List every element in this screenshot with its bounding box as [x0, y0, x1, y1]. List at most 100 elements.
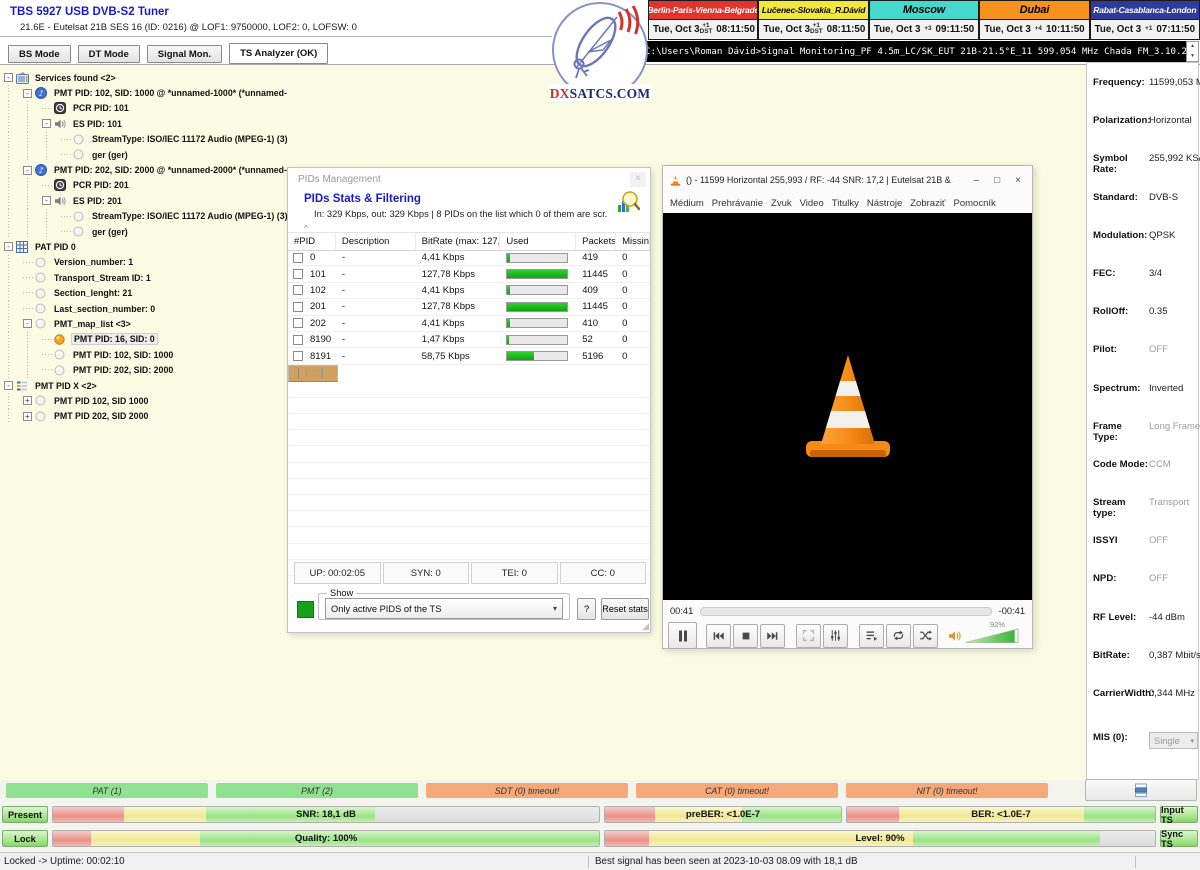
tree-expander-icon[interactable]: - — [4, 73, 13, 82]
checkbox[interactable] — [293, 269, 303, 279]
tree-item[interactable]: +PMT PID 202, SID 2000 — [4, 409, 287, 424]
show-filter-select[interactable]: Only active PIDS of the TS▾ — [325, 598, 563, 619]
maximize-icon[interactable]: □ — [994, 175, 1000, 186]
menu-m-dium[interactable]: Médium — [670, 198, 704, 209]
dxsatcs-logo: DXSATCS.COM — [543, 0, 657, 103]
tree-item[interactable]: Section_lenght: 21 — [4, 285, 287, 300]
pid-row[interactable]: 202-4,41 Kbps4100 — [288, 316, 650, 332]
checkbox[interactable] — [293, 302, 303, 312]
tree-expander-icon[interactable]: - — [23, 319, 32, 328]
tree-item[interactable]: PMT PID: 16, SID: 0 — [4, 332, 287, 347]
tree-item[interactable]: Transport_Stream ID: 1 — [4, 270, 287, 285]
tree-expander-icon[interactable]: + — [23, 412, 32, 421]
tree-item[interactable]: -PAT PID 0 — [4, 239, 287, 254]
tree-item[interactable]: -PMT_map_list <3> — [4, 316, 287, 331]
tab-dt-mode[interactable]: DT Mode — [78, 45, 140, 63]
pid-row[interactable]: 8190-1,47 Kbps520 — [288, 332, 650, 348]
help-button[interactable]: ? — [577, 598, 596, 620]
column-header-description[interactable]: Description — [336, 233, 416, 250]
tree-item[interactable]: StreamType: ISO/IEC 11172 Audio (MPEG-1)… — [4, 132, 287, 147]
command-scrollbar[interactable]: ▴▾ — [1186, 41, 1199, 62]
menu-zobrazi[interactable]: Zobraziť — [910, 198, 945, 209]
tree-item[interactable]: -ES PID: 101 — [4, 116, 287, 131]
volume-control[interactable]: 92% — [948, 628, 1027, 644]
column-header-used[interactable]: Used — [500, 233, 576, 250]
tree-item[interactable]: PCR PID: 101 — [4, 101, 287, 116]
tree-item[interactable]: Version_number: 1 — [4, 255, 287, 270]
checkbox[interactable] — [293, 253, 303, 263]
tab-signal-mon[interactable]: Signal Mon. — [147, 45, 222, 63]
pid-row[interactable]: 101-127,78 Kbps114450 — [288, 266, 650, 282]
scroll-up-icon[interactable]: ▴ — [1191, 44, 1194, 49]
ts-info-button[interactable] — [1085, 779, 1197, 801]
pid-row[interactable]: 0-4,41 Kbps4190 — [288, 250, 650, 266]
tree-item[interactable]: Last_section_number: 0 — [4, 301, 287, 316]
previous-button[interactable] — [706, 624, 731, 648]
tree-item[interactable]: -♪PMT PID: 102, SID: 1000 @ *unnamed-100… — [4, 85, 287, 100]
shuffle-button[interactable] — [913, 624, 938, 648]
table-status-pmt-2: PMT (2) — [216, 783, 418, 798]
tree-expander-icon[interactable]: - — [42, 196, 51, 205]
equalizer-button[interactable] — [823, 624, 848, 648]
menu-pomocn-k[interactable]: Pomocník — [954, 198, 996, 209]
tree-item[interactable]: PCR PID: 201 — [4, 178, 287, 193]
menu-n-stroje[interactable]: Nástroje — [867, 198, 902, 209]
menu-prehr-vanie[interactable]: Prehrávanie — [712, 198, 763, 209]
tab-ts-analyzer-ok[interactable]: TS Analyzer (OK) — [229, 43, 328, 64]
param-row: Stream type:Transport — [1087, 495, 1198, 533]
column-header-missing[interactable]: Missing — [616, 233, 650, 250]
scroll-down-icon[interactable]: ▾ — [1191, 54, 1194, 59]
menu-titulky[interactable]: Titulky — [832, 198, 859, 209]
column-header-bitrate-max-127-78-kb[interactable]: BitRate (max: 127,78 Kb... — [416, 233, 501, 250]
pid-row[interactable]: 102-4,41 Kbps4090 — [288, 283, 650, 299]
tuner-subtitle: 21.6E - Eutelsat 21B SES 16 (ID: 0216) @… — [20, 22, 357, 33]
minimize-icon[interactable]: – — [974, 175, 980, 186]
tree-expander-icon[interactable]: - — [23, 166, 32, 175]
next-button[interactable] — [760, 624, 785, 648]
checkbox[interactable] — [293, 335, 303, 345]
tree-item[interactable]: ger (ger) — [4, 224, 287, 239]
pid-row[interactable]: 201-127,78 Kbps114450 — [288, 299, 650, 315]
column-header-pid[interactable]: #PID — [288, 233, 336, 250]
resize-grip[interactable]: ◢ — [642, 621, 649, 632]
playlist-button[interactable] — [859, 624, 884, 648]
tree-expander-icon[interactable]: - — [23, 89, 32, 98]
speaker-icon[interactable] — [948, 630, 962, 642]
pid-row[interactable]: ✓8192FullTS329 Kbps00 — [288, 365, 338, 382]
pid-row[interactable]: 8191-58,75 Kbps51960 — [288, 348, 650, 364]
command-line[interactable]: C:\Users\Roman Dávid>Signal Monitoring_P… — [640, 41, 1186, 62]
tree-expander-icon[interactable]: - — [42, 119, 51, 128]
tree-expander-icon[interactable]: - — [4, 381, 13, 390]
pause-button[interactable] — [668, 622, 697, 649]
mis-select[interactable]: Single▾ — [1149, 732, 1198, 749]
tree-item[interactable]: PMT PID: 202, SID: 2000 — [4, 362, 287, 377]
loop-button[interactable] — [886, 624, 911, 648]
stop-button[interactable] — [733, 624, 758, 648]
column-header-packets[interactable]: Packets — [576, 233, 616, 250]
reset-stats-button[interactable]: Reset stats — [601, 598, 649, 620]
tree-item[interactable]: PMT PID: 102, SID: 1000 — [4, 347, 287, 362]
fullscreen-button[interactable] — [796, 624, 821, 648]
seek-slider[interactable] — [700, 607, 991, 616]
checkbox[interactable] — [293, 351, 303, 361]
param-label: BitRate: — [1093, 650, 1149, 661]
tree-item[interactable]: +PMT PID 102, SID 1000 — [4, 393, 287, 408]
close-icon[interactable]: × — [1015, 175, 1021, 186]
tree-expander-icon[interactable]: + — [23, 396, 32, 405]
menu-video[interactable]: Video — [800, 198, 824, 209]
tree-item[interactable]: -PMT PID X <2> — [4, 378, 287, 393]
tree-item[interactable]: ger (ger) — [4, 147, 287, 162]
menu-zvuk[interactable]: Zvuk — [771, 198, 792, 209]
video-area[interactable] — [663, 213, 1032, 600]
tree-item[interactable]: -Services found <2> — [4, 70, 287, 85]
tree-item[interactable]: StreamType: ISO/IEC 11172 Audio (MPEG-1)… — [4, 209, 287, 224]
checkbox[interactable] — [293, 318, 303, 328]
volume-slider[interactable] — [965, 628, 1019, 644]
tree-item[interactable]: -ES PID: 201 — [4, 193, 287, 208]
vlc-titlebar[interactable]: () - 11599 Horizontal 255,993 / RF: -44 … — [663, 166, 1032, 194]
tree-item[interactable]: -♪PMT PID: 202, SID: 2000 @ *unnamed-200… — [4, 162, 287, 177]
close-icon[interactable]: × — [630, 172, 646, 187]
tab-bs-mode[interactable]: BS Mode — [8, 45, 71, 63]
tree-expander-icon[interactable]: - — [4, 242, 13, 251]
checkbox[interactable] — [293, 285, 303, 295]
